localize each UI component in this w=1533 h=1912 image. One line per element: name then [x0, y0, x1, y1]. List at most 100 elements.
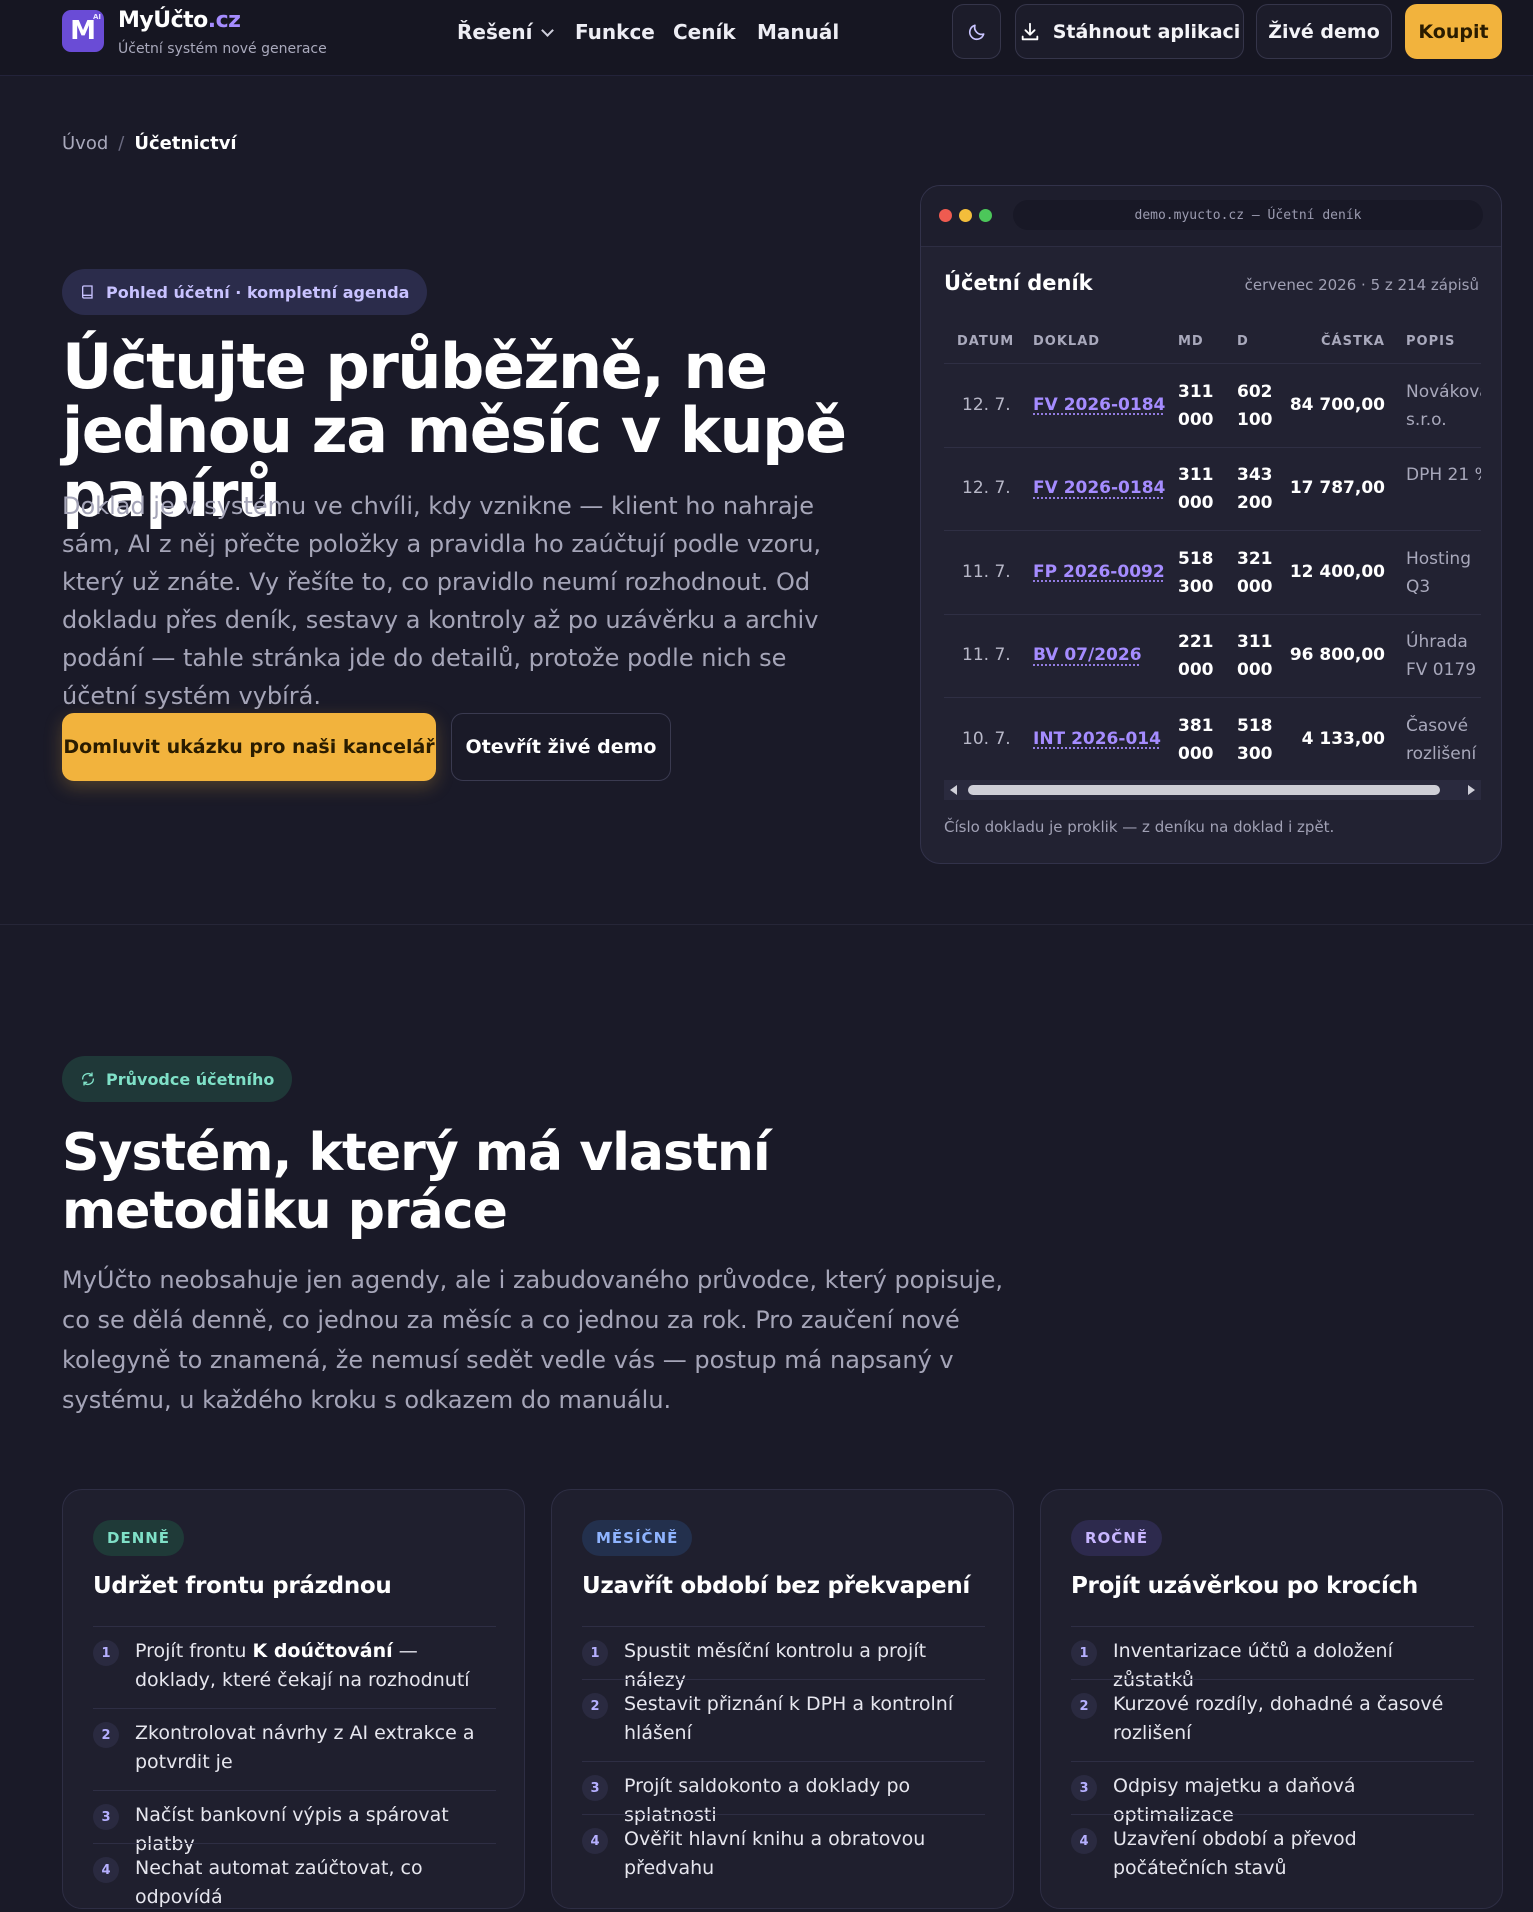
step-item: 1 Spustit měsíční kontrolu a projít nález… — [582, 1626, 985, 1691]
row-date: 11. 7. — [962, 561, 1011, 582]
breadcrumb-home[interactable]: Úvod — [62, 133, 108, 154]
step-number: 2 — [1071, 1693, 1097, 1719]
step-number: 4 — [93, 1857, 119, 1883]
row-desc-line1: Časové — [1406, 715, 1469, 736]
row-desc: Časové rozlišení — [1406, 712, 1481, 768]
frequency-tag: MĚSÍČNĚ — [582, 1520, 693, 1556]
step-text: Ověřit hlavní knihu a obratovou předvahu — [624, 1825, 985, 1883]
row-date: 11. 7. — [962, 645, 1011, 666]
table-scrollbar[interactable] — [944, 780, 1481, 800]
row-d-line2: 300 — [1237, 743, 1273, 764]
row-md-line1: 311 — [1178, 381, 1214, 402]
row-date: 12. 7. — [962, 394, 1011, 415]
step-item: 4 Ověřit hlavní knihu a obratovou předvah… — [582, 1814, 985, 1896]
hero-lead: Doklad je v systému ve chvíli, kdy vznik… — [62, 492, 822, 710]
step-number: 3 — [582, 1775, 608, 1801]
brand-tld: .cz — [207, 8, 241, 33]
window-url: demo.myucto.cz — Účetní deník — [1013, 200, 1483, 230]
menu-item-pricing[interactable]: Ceník — [673, 20, 736, 44]
guide-pill-label: Průvodce účetního — [106, 1069, 275, 1089]
moon-icon — [968, 24, 984, 40]
row-d-line2: 000 — [1237, 660, 1273, 681]
menu-item-features[interactable]: Funkce — [575, 20, 655, 44]
step-text: Sestavit přiznání k DPH a kontrolní hláš… — [624, 1690, 985, 1748]
row-md: 311 000 — [1178, 461, 1214, 517]
card-title: Udržet frontu prázdnou — [93, 1573, 392, 1599]
row-d-line1: 321 — [1237, 548, 1273, 569]
row-md-line1: 381 — [1178, 715, 1214, 736]
row-doc-link[interactable]: INT 2026-014 — [1033, 729, 1161, 749]
row-doc-link[interactable]: BV 07/2026 — [1033, 645, 1142, 665]
scrollbar-thumb[interactable] — [968, 785, 1440, 795]
step-number: 1 — [1071, 1640, 1097, 1666]
card-title: Uzavřít období bez překvapení — [582, 1573, 970, 1599]
menu-label: Řešení — [457, 20, 533, 44]
step-text: Uzavření období a převod počátečních sta… — [1113, 1825, 1474, 1883]
download-icon — [1021, 22, 1038, 40]
table-row: 12. 7. FV 2026-0184 311 000 343 200 17 787,00 D… — [921, 448, 1501, 531]
frequency-tag: DENNĚ — [93, 1520, 185, 1556]
row-date: 12. 7. — [962, 478, 1011, 499]
row-date: 10. 7. — [962, 728, 1011, 749]
menu-item-solutions[interactable]: Řešení — [457, 20, 554, 44]
row-md: 221 000 — [1178, 628, 1214, 684]
step-text-pre: Uzavření období a převod počátečních sta… — [1113, 1828, 1357, 1879]
step-number: 1 — [582, 1640, 608, 1666]
card-title: Projít uzávěrkou po krocích — [1071, 1573, 1418, 1599]
breadcrumb-separator: / — [118, 133, 125, 154]
step-item: 3 Načíst bankovní výpis a spárovat platby — [93, 1790, 496, 1855]
buy-button[interactable]: Koupit — [1405, 4, 1502, 59]
row-md-line1: 221 — [1178, 632, 1214, 653]
row-d-line1: 343 — [1237, 465, 1273, 486]
row-md-line1: 311 — [1178, 465, 1214, 486]
col-header-doc: DOKLAD — [1033, 334, 1101, 349]
row-amount: 84 700,00 — [1289, 394, 1385, 415]
open-live-demo-button[interactable]: Otevřít živé demo — [451, 713, 671, 781]
scroll-left-icon[interactable] — [950, 785, 957, 795]
row-doc-link[interactable]: FV 2026-0184 — [1033, 478, 1165, 498]
hero-pill: Pohled účetní · kompletní agenda — [62, 269, 428, 315]
table-row: 11. 7. BV 07/2026 221 000 311 000 96 800,00 Úhr… — [921, 615, 1501, 698]
download-app-button[interactable]: Stáhnout aplikaci — [1015, 4, 1244, 59]
refresh-icon — [82, 1072, 94, 1086]
top-navbar: M AI MyÚčto.cz Účetní systém nové genera… — [0, 0, 1533, 76]
row-md: 518 300 — [1178, 545, 1214, 601]
step-text-pre: Projít frontu — [135, 1640, 253, 1662]
row-desc-line1: DPH 21 % — [1406, 465, 1481, 486]
window-titlebar: demo.myucto.cz — Účetní deník — [921, 186, 1501, 247]
step-item: 1 Inventarizace účtů a doložení zůstatků — [1071, 1626, 1474, 1691]
step-text-pre: Nechat automat zaúčtovat, co odpovídá — [135, 1857, 423, 1908]
row-desc-line1: Úhrada — [1406, 632, 1468, 653]
row-d-line1: 602 — [1237, 381, 1273, 402]
step-item: 3 Projít saldokonto a doklady po splatnos… — [582, 1761, 985, 1826]
theme-toggle-button[interactable] — [952, 4, 1001, 59]
col-header-md: MD — [1178, 334, 1204, 349]
book-demo-button[interactable]: Domluvit ukázku pro naši kancelář — [62, 713, 436, 781]
row-doc-link[interactable]: FV 2026-0184 — [1033, 395, 1165, 415]
table-row: 10. 7. INT 2026-014 381 000 518 300 4 133,00 Ča… — [921, 698, 1501, 782]
brand-name[interactable]: MyÚčto.cz — [118, 8, 241, 33]
row-desc-line1: Hosting — [1406, 548, 1471, 569]
step-number: 3 — [1071, 1775, 1097, 1801]
guide-card: ROČNĚ Projít uzávěrkou po krocích 1 Inventa… — [1040, 1489, 1503, 1909]
step-text-pre: Ověřit hlavní knihu a obratovou předvahu — [624, 1828, 926, 1879]
row-md-line2: 000 — [1178, 493, 1214, 514]
step-number: 1 — [93, 1640, 119, 1666]
row-amount: 17 787,00 — [1289, 478, 1385, 499]
row-amount: 12 400,00 — [1289, 561, 1385, 582]
step-text-pre: Sestavit přiznání k DPH a kontrolní hláš… — [624, 1693, 954, 1744]
step-item: 2 Kurzové rozdíly, dohadné a časové rozli… — [1071, 1679, 1474, 1761]
journal-meta: červenec 2026 · 5 z 214 zápisů — [1244, 276, 1479, 294]
step-text: Nechat automat zaúčtovat, co odpovídá — [135, 1854, 496, 1912]
menu-item-manual[interactable]: Manuál — [757, 20, 839, 44]
logo[interactable]: M AI — [62, 10, 104, 52]
scroll-right-icon[interactable] — [1468, 785, 1475, 795]
row-md-line1: 518 — [1178, 548, 1214, 569]
live-demo-button[interactable]: Živé demo — [1256, 4, 1392, 59]
row-doc-link[interactable]: FP 2026-0092 — [1033, 562, 1165, 582]
step-number: 2 — [582, 1693, 608, 1719]
step-text: Kurzové rozdíly, dohadné a časové rozliš… — [1113, 1690, 1474, 1748]
row-amount: 96 800,00 — [1289, 645, 1385, 666]
step-number: 4 — [1071, 1828, 1097, 1854]
section-divider — [0, 924, 1533, 925]
